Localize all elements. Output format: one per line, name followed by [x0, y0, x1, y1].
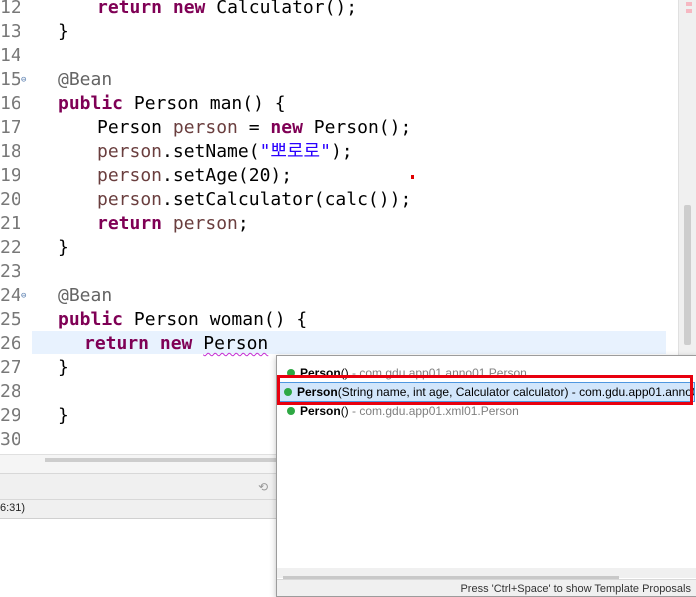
- horizontal-scrollbar-thumb[interactable]: [45, 458, 285, 462]
- line-number: 29: [0, 405, 20, 426]
- line-number: 30: [0, 429, 20, 450]
- code-token: new: [172, 0, 206, 18]
- code-line[interactable]: @Bean: [58, 284, 112, 308]
- code-line[interactable]: return person;: [97, 212, 249, 236]
- line-number: 14: [0, 45, 20, 66]
- code-token: }: [58, 405, 69, 426]
- code-token: return: [97, 213, 163, 234]
- code-line[interactable]: person.setName("뽀로로");: [97, 140, 353, 164]
- code-line[interactable]: }: [58, 404, 69, 428]
- proposal-item[interactable]: Person(String name, int age, Calculator …: [279, 382, 695, 402]
- proposal-qualifier: - com.gdu.app01.anno01.Person: [348, 366, 527, 380]
- template-proposals-hint: Press 'Ctrl+Space' to show Template Prop…: [460, 583, 691, 595]
- code-token: person: [97, 165, 163, 186]
- line-number: 25: [0, 309, 20, 330]
- line-number: 17: [0, 117, 20, 138]
- code-token: =: [237, 117, 271, 138]
- code-token: "뽀로로": [259, 141, 331, 162]
- code-token: @Bean: [58, 285, 113, 306]
- proposal-signature: (): [340, 366, 349, 380]
- code-token: person: [172, 117, 238, 138]
- code-line[interactable]: person.setCalculator(calc());: [97, 188, 411, 212]
- line-number: 16: [0, 93, 20, 114]
- code-line[interactable]: public Person woman() {: [58, 308, 307, 332]
- public-method-icon: [287, 406, 295, 415]
- code-token: .setName(: [162, 141, 260, 162]
- code-token: new: [159, 333, 193, 354]
- line-number: 19: [0, 165, 20, 186]
- code-line[interactable]: }: [58, 356, 69, 380]
- line-number: 15: [0, 69, 20, 90]
- line-number: 28: [0, 381, 20, 402]
- code-line[interactable]: return new Calculator();: [97, 0, 357, 20]
- code-line[interactable]: person.setAge(20);: [97, 164, 292, 188]
- popup-footer: Press 'Ctrl+Space' to show Template Prop…: [277, 579, 696, 596]
- content-assist-popup[interactable]: Person() - com.gdu.app01.anno01.Person Pe…: [276, 355, 696, 597]
- code-token: @Bean: [58, 69, 113, 90]
- overview-ruler-marker[interactable]: [686, 9, 692, 13]
- proposal-qualifier: - com.gdu.app01.anno01.Person: [571, 385, 694, 399]
- line-number: 12: [0, 0, 20, 18]
- line-number: 23: [0, 261, 20, 282]
- code-token: person: [97, 189, 163, 210]
- overview-ruler-marker[interactable]: [686, 2, 692, 6]
- code-token: person: [172, 213, 238, 234]
- proposal-name: Person: [297, 385, 338, 399]
- fold-toggle-icon[interactable]: ⊖: [21, 284, 26, 308]
- code-token: return: [97, 0, 163, 18]
- line-number: 26: [0, 333, 20, 354]
- proposal-signature: (String name, int age, Calculator calcul…: [337, 385, 569, 399]
- error-marker: [411, 175, 414, 179]
- proposal-name: Person: [300, 404, 341, 418]
- code-line[interactable]: Person person = new Person();: [97, 116, 411, 140]
- proposal-name: Person: [300, 366, 341, 380]
- proposal-item[interactable]: Person() - com.gdu.app01.xml01.Person: [283, 402, 696, 420]
- line-number: 24: [0, 285, 20, 306]
- code-token: Person: [203, 333, 269, 354]
- code-token: Person();: [302, 117, 412, 138]
- code-line[interactable]: public Person man() {: [58, 92, 286, 116]
- line-number: 21: [0, 213, 20, 234]
- line-number: 27: [0, 357, 20, 378]
- code-line[interactable]: @Bean: [58, 68, 112, 92]
- proposal-item[interactable]: Person() - com.gdu.app01.anno01.Person: [283, 364, 696, 382]
- code-token: Calculator();: [205, 0, 358, 18]
- code-line[interactable]: return new Person: [84, 332, 268, 356]
- public-method-icon: [284, 387, 292, 396]
- line-number-gutter: 12 13 14 15 ⊖ 16 17 18 19 20 21 22 23 24 ⊖ 25 26 27 28 29 30: [0, 0, 28, 454]
- cursor-position: 6:31): [0, 502, 26, 514]
- code-token: new: [270, 117, 303, 138]
- public-method-icon: [287, 368, 295, 377]
- vertical-scrollbar-thumb[interactable]: [684, 205, 691, 345]
- line-number: 18: [0, 141, 20, 162]
- proposal-signature: (): [340, 404, 349, 418]
- code-line[interactable]: }: [58, 236, 69, 260]
- code-token: public: [58, 93, 124, 114]
- line-number: 13: [0, 21, 20, 42]
- fold-toggle-icon[interactable]: ⊖: [21, 68, 26, 92]
- code-token: );: [330, 141, 353, 162]
- code-token: Person: [97, 117, 173, 138]
- code-token: .setCalculator(calc());: [162, 189, 412, 210]
- code-line[interactable]: }: [58, 20, 69, 44]
- proposal-qualifier: - com.gdu.app01.xml01.Person: [348, 404, 519, 418]
- line-number: 22: [0, 237, 20, 258]
- code-token: return: [84, 333, 150, 354]
- code-token: .setAge(20);: [162, 165, 293, 186]
- code-token: Person man() {: [123, 93, 286, 114]
- code-token: Person woman() {: [123, 309, 308, 330]
- code-token: }: [58, 21, 69, 42]
- code-token: }: [58, 357, 69, 378]
- code-token: person: [97, 141, 163, 162]
- code-token: ;: [237, 213, 249, 234]
- sync-icon[interactable]: ⟲: [258, 480, 268, 494]
- code-token: public: [58, 309, 124, 330]
- line-number: 20: [0, 189, 20, 210]
- code-token: }: [58, 237, 69, 258]
